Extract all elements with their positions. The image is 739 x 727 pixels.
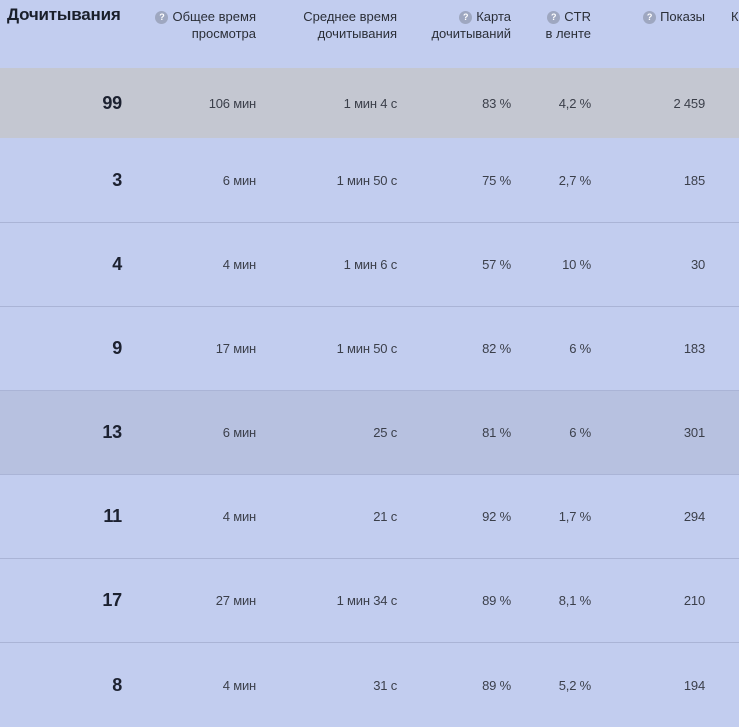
read-map-value: 82 % — [482, 341, 511, 356]
ctr-value: 6 % — [569, 425, 591, 440]
read-map-value: 57 % — [482, 257, 511, 272]
reads-value: 99 — [102, 92, 122, 113]
views-value: 294 — [683, 509, 705, 524]
table-row[interactable]: 3 6 мин 1 мин 50 с 75 % 2,7 % 185 — [0, 138, 739, 222]
total-time-value: 4 мин — [222, 257, 256, 272]
views-value: 185 — [683, 172, 705, 188]
views-value: 210 — [683, 593, 705, 608]
total-time-value: 106 мин — [208, 95, 256, 111]
help-icon[interactable]: ? — [547, 11, 561, 24]
help-icon[interactable]: ? — [459, 11, 473, 24]
reads-value: 4 — [112, 254, 122, 274]
column-header-total-time[interactable]: ? Общее время просмотра — [150, 8, 256, 42]
ctr-value: 5,2 % — [558, 677, 591, 693]
table-header: Дочитывания ? Общее время просмотра Средн… — [0, 0, 739, 68]
views-value: 30 — [690, 257, 705, 272]
table-row[interactable]: 13 6 мин 25 с 81 % 6 % 301 — [0, 390, 739, 474]
table-row[interactable]: 11 4 мин 21 с 92 % 1,7 % 294 — [0, 474, 739, 558]
ctr-value: 10 % — [562, 257, 591, 272]
column-header-ctr[interactable]: ? CTR в ленте — [535, 8, 591, 42]
avg-time-value: 1 мин 50 с — [336, 341, 398, 356]
read-map-value: 92 % — [482, 509, 511, 524]
help-icon[interactable]: ? — [155, 11, 169, 24]
column-header-read-map[interactable]: ? Карта дочитываний — [420, 8, 511, 42]
avg-time-value: 1 мин 4 с — [343, 95, 398, 111]
read-map-value: 89 % — [482, 677, 511, 693]
reads-value: 17 — [102, 590, 122, 610]
read-map-value: 89 % — [482, 593, 511, 608]
total-time-value: 4 мин — [222, 509, 256, 524]
total-time-value: 27 мин — [215, 593, 256, 608]
reads-value: 11 — [103, 506, 122, 526]
avg-time-value: 31 с — [373, 677, 397, 693]
column-header-reads[interactable]: Дочитывания — [7, 6, 121, 23]
reads-value: 8 — [112, 674, 122, 695]
views-value: 183 — [683, 341, 705, 356]
read-map-value: 83 % — [482, 95, 511, 111]
table-row[interactable]: 99 106 мин 1 мин 4 с 83 % 4,2 % 2 459 — [0, 68, 739, 138]
total-time-value: 6 мин — [222, 425, 256, 440]
table-row[interactable]: 9 17 мин 1 мин 50 с 82 % 6 % 183 — [0, 306, 739, 390]
ctr-value: 4,2 % — [558, 95, 591, 111]
reads-value: 13 — [102, 422, 122, 442]
column-header-avg-time[interactable]: Среднее время дочитывания — [280, 8, 397, 42]
read-map-value: 75 % — [482, 172, 511, 188]
avg-time-value: 1 мин 34 с — [336, 593, 398, 608]
column-header-partial[interactable]: К — [731, 8, 739, 25]
reads-value: 3 — [112, 169, 122, 190]
views-value: 301 — [683, 425, 705, 440]
table-row[interactable]: 4 4 мин 1 мин 6 с 57 % 10 % 30 — [0, 222, 739, 306]
avg-time-value: 25 с — [373, 425, 397, 440]
views-value: 2 459 — [673, 95, 705, 111]
ctr-value: 6 % — [569, 341, 591, 356]
read-map-value: 81 % — [482, 425, 511, 440]
total-time-value: 17 мин — [215, 341, 256, 356]
column-header-views[interactable]: ? Показы — [635, 8, 705, 25]
table-row[interactable]: 8 4 мин 31 с 89 % 5,2 % 194 — [0, 642, 739, 715]
ctr-value: 2,7 % — [558, 172, 591, 188]
avg-time-value: 1 мин 6 с — [343, 257, 398, 272]
table-row[interactable]: 17 27 мин 1 мин 34 с 89 % 8,1 % 210 — [0, 558, 739, 642]
total-time-value: 4 мин — [222, 677, 256, 693]
total-time-value: 6 мин — [222, 172, 256, 188]
views-value: 194 — [683, 677, 705, 693]
reads-value: 9 — [112, 338, 122, 358]
ctr-value: 8,1 % — [558, 593, 591, 608]
stats-table: Дочитывания ? Общее время просмотра Средн… — [0, 0, 739, 715]
ctr-value: 1,7 % — [558, 509, 591, 524]
help-icon[interactable]: ? — [643, 11, 657, 24]
avg-time-value: 21 с — [373, 509, 397, 524]
avg-time-value: 1 мин 50 с — [336, 172, 398, 188]
